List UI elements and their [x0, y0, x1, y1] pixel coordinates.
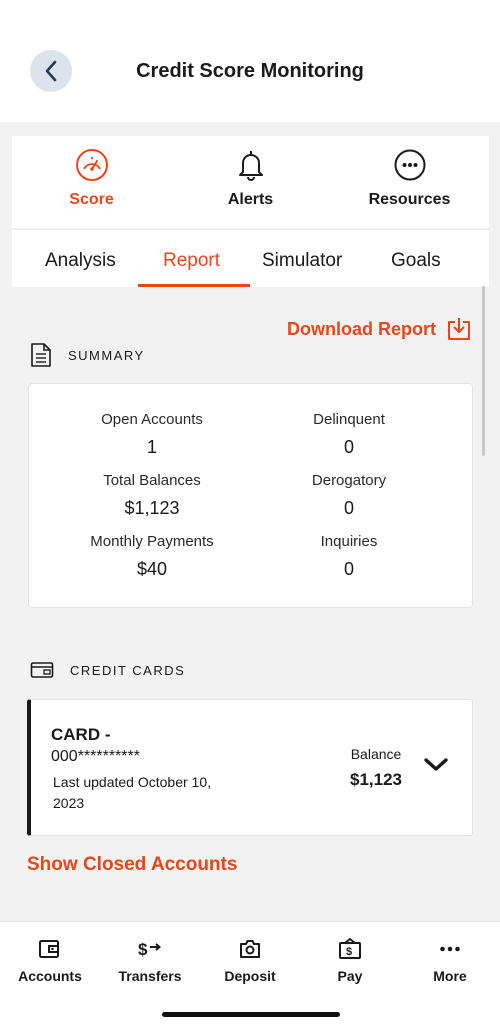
- transfer-icon: $: [138, 940, 162, 959]
- tab-analysis[interactable]: Analysis: [45, 250, 116, 272]
- tab-alerts[interactable]: Alerts: [171, 136, 330, 228]
- stat-value: 1: [146, 437, 157, 457]
- nav-more[interactable]: More: [400, 922, 500, 1029]
- bell-icon: [238, 151, 263, 181]
- tab-resources-label: Resources: [368, 191, 451, 208]
- tab-resources[interactable]: Resources: [330, 136, 489, 228]
- card-number: 000**********: [51, 748, 140, 765]
- stat-open-accounts: Open Accounts 1: [57, 411, 247, 458]
- tab-goals[interactable]: Goals: [391, 250, 441, 272]
- tab-score-label: Score: [69, 191, 114, 208]
- nav-deposit-label: Deposit: [224, 968, 276, 984]
- card-balance-label: Balance: [350, 746, 402, 762]
- stat-total-balances: Total Balances $1,123: [57, 472, 247, 519]
- app-header: Credit Score Monitoring: [0, 0, 500, 122]
- wallet-icon: [39, 940, 59, 958]
- summary-heading-label: SUMMARY: [68, 347, 145, 363]
- download-report-label: Download Report: [287, 318, 436, 339]
- page-title: Credit Score Monitoring: [136, 60, 364, 82]
- home-indicator: [162, 1012, 340, 1017]
- tab-alerts-label: Alerts: [227, 191, 274, 208]
- svg-text:$: $: [346, 946, 352, 958]
- stat-label: Derogatory: [311, 472, 387, 489]
- svg-text:$: $: [138, 940, 148, 959]
- nav-pay-label: Pay: [337, 968, 363, 984]
- stat-label: Inquiries: [320, 533, 378, 550]
- more-circle-icon: [394, 149, 425, 181]
- summary-heading: SUMMARY: [30, 342, 145, 368]
- stat-inquiries: Inquiries 0: [254, 533, 444, 580]
- nav-accounts[interactable]: Accounts: [0, 922, 100, 1029]
- stat-monthly-payments: Monthly Payments $40: [57, 533, 247, 580]
- stat-value: 0: [343, 437, 354, 457]
- stat-value: $40: [136, 559, 168, 579]
- summary-card: Open Accounts 1 Delinquent 0 Total Balan…: [28, 383, 473, 608]
- download-icon: [448, 318, 470, 340]
- stat-label: Open Accounts: [101, 411, 203, 428]
- credit-card-icon: [30, 662, 54, 678]
- credit-cards-heading-label: CREDIT CARDS: [70, 662, 186, 678]
- stat-label: Total Balances: [103, 472, 201, 489]
- bill-icon: $: [339, 938, 361, 959]
- credit-cards-heading: CREDIT CARDS: [30, 660, 185, 680]
- top-tab-bar: Score Alerts Resources: [12, 136, 489, 228]
- download-report-button[interactable]: Download Report: [287, 316, 472, 342]
- sub-tab-bar: Analysis Report Simulator Goals: [12, 229, 489, 287]
- scrollbar[interactable]: [482, 286, 485, 456]
- tab-score[interactable]: Score: [12, 136, 171, 228]
- stat-derogatory: Derogatory 0: [254, 472, 444, 519]
- stat-value: 0: [343, 498, 354, 518]
- credit-card-item[interactable]: CARD - 000********** Last updated Octobe…: [27, 699, 473, 836]
- tab-simulator[interactable]: Simulator: [262, 250, 342, 272]
- stat-label: Monthly Payments: [90, 533, 214, 550]
- nav-transfers-label: Transfers: [118, 968, 182, 984]
- stat-delinquent: Delinquent 0: [254, 411, 444, 458]
- chevron-down-icon[interactable]: [423, 756, 449, 774]
- active-tab-indicator: [138, 284, 250, 287]
- stat-label: Delinquent: [313, 411, 385, 428]
- ellipsis-icon: [440, 946, 460, 952]
- show-closed-accounts-link[interactable]: Show Closed Accounts: [27, 854, 237, 876]
- tab-report[interactable]: Report: [163, 250, 220, 272]
- camera-icon: [240, 940, 260, 958]
- card-name: CARD -: [51, 725, 111, 744]
- card-last-updated: Last updated October 10, 2023: [53, 774, 211, 811]
- nav-accounts-label: Accounts: [18, 968, 82, 984]
- stat-value: 0: [343, 559, 354, 579]
- speedometer-icon: [75, 149, 108, 181]
- card-balance-value: $1,123: [350, 770, 402, 789]
- nav-more-label: More: [433, 968, 467, 984]
- document-icon: [31, 343, 51, 367]
- stat-value: $1,123: [124, 498, 180, 518]
